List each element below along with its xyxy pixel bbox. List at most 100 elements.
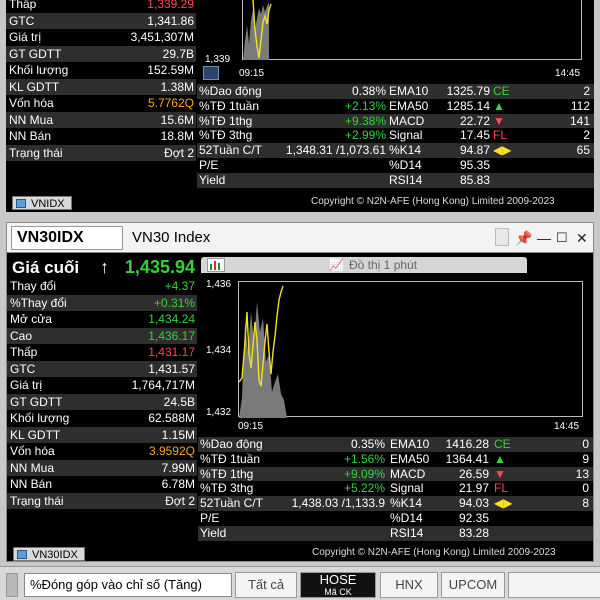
info-value: 3,451,307M bbox=[130, 30, 194, 44]
info-row: Vốn hóa 3.9592Q bbox=[7, 443, 197, 460]
stat-row: P/E %D14 92.35 bbox=[198, 511, 593, 526]
stat-value: 0.38% bbox=[351, 84, 386, 98]
stat-label: Yield bbox=[200, 525, 227, 540]
stat-label: P/E bbox=[200, 510, 220, 525]
vnidx-x-end-label: 14:45 bbox=[555, 68, 581, 79]
stat-label: %TĐ 3thg bbox=[200, 481, 254, 496]
info-label: Khối lượng bbox=[10, 411, 70, 425]
signal-icon: ◀▶ bbox=[494, 496, 513, 511]
info-label: %Thay đổi bbox=[10, 295, 67, 310]
stat-label: Yield bbox=[199, 172, 226, 187]
last-price-value: 1,435.94 bbox=[124, 257, 195, 277]
info-row: Khối lượng 152.59M bbox=[6, 62, 196, 79]
hnx-button[interactable]: HNX bbox=[380, 572, 438, 598]
indicator-label: EMA50 bbox=[390, 451, 430, 466]
indicator-label: %K14 bbox=[390, 496, 423, 511]
vn30idx-price-line bbox=[239, 285, 287, 418]
info-row: GTC 1,341.86 bbox=[6, 12, 196, 29]
ranking-select[interactable]: %Đóng góp vào chỉ số (Tăng) bbox=[24, 573, 232, 597]
info-label: Giá trị bbox=[9, 30, 42, 44]
close-icon[interactable]: ✕ bbox=[576, 230, 588, 247]
info-label: Trạng thái bbox=[9, 145, 63, 160]
info-value: 15.6M bbox=[160, 112, 194, 127]
stat-value: 0.35% bbox=[350, 437, 385, 451]
signal-icon: ▼ bbox=[494, 466, 506, 481]
stat-row: 52Tuần C/T 1,438.03 /1,133.9 %K14 94.03 ◀▶ 8 bbox=[198, 496, 593, 511]
info-label: Thấp bbox=[10, 345, 38, 359]
indicator-label: EMA10 bbox=[389, 84, 429, 98]
info-row: Thấp 1,431.17 bbox=[7, 344, 197, 361]
chart-toggle-icon[interactable] bbox=[207, 258, 225, 272]
info-value: 152.59M bbox=[147, 63, 194, 77]
upcom-button[interactable]: UPCOM bbox=[441, 572, 505, 598]
info-label: Thấp bbox=[9, 0, 37, 11]
info-label: GT GDTT bbox=[10, 394, 63, 409]
indicator-label: %D14 bbox=[390, 510, 423, 525]
chart-type-icon[interactable] bbox=[203, 66, 219, 80]
indicator-value: 26.59 bbox=[458, 466, 489, 481]
dropdown-strip[interactable] bbox=[495, 228, 509, 246]
info-label: Vốn hóa bbox=[10, 444, 55, 458]
vnidx-plot-area bbox=[242, 0, 582, 60]
stat-row: 52Tuần C/T 1,348.31 /1,073.61 %K14 94.87 ◀▶ 6… bbox=[197, 143, 594, 158]
vn30idx-technical-stats: %Dao động 0.35% EMA10 1416.28 CE 0 %TĐ 1tuần +1… bbox=[198, 437, 593, 541]
maximize-icon[interactable]: ☐ bbox=[556, 230, 568, 246]
info-value: 1.38M bbox=[160, 79, 194, 94]
info-row: Giá trị 3,451,307M bbox=[6, 29, 196, 46]
info-label: KL GDTT bbox=[10, 427, 61, 442]
symbol-input[interactable]: VN30IDX bbox=[11, 226, 123, 250]
last-price-label: Giá cuối bbox=[12, 258, 80, 277]
market-toolbar: %Đóng góp vào chỉ số (Tăng) Tất cả HOSE … bbox=[0, 566, 600, 600]
signal-count: 13 bbox=[575, 466, 589, 481]
signal-count: 0 bbox=[582, 437, 589, 451]
info-row: KL GDTT 1.15M bbox=[7, 426, 197, 443]
info-label: Thay đổi bbox=[10, 279, 57, 293]
info-row: Mở cửa 1,434.24 bbox=[7, 311, 197, 328]
minimize-icon[interactable]: — bbox=[537, 230, 551, 246]
vn30idx-y-bot-label: 1,432 bbox=[206, 407, 232, 418]
signal-count: 2 bbox=[583, 128, 590, 143]
info-label: Khối lượng bbox=[9, 63, 69, 77]
stat-value: +2.99% bbox=[344, 128, 386, 143]
signal-count: 0 bbox=[582, 481, 589, 496]
signal-icon: CE bbox=[493, 84, 510, 98]
filter-all-button[interactable]: Tất cả bbox=[235, 572, 297, 598]
stat-label: 52Tuần C/T bbox=[200, 496, 263, 511]
index-name: VN30 Index bbox=[132, 229, 211, 246]
info-label: KL GDTT bbox=[9, 79, 60, 94]
indicator-label: RSI14 bbox=[390, 525, 424, 540]
indicator-label: %D14 bbox=[389, 157, 422, 172]
more-exchange-button[interactable] bbox=[508, 572, 600, 598]
info-value: 3.9592Q bbox=[148, 444, 195, 458]
stat-row: Yield RSI14 83.28 bbox=[198, 525, 593, 541]
toolbar-grip[interactable] bbox=[6, 573, 18, 597]
window-titlebar: VN30IDX VN30 Index 📌 — ☐ ✕ bbox=[7, 223, 593, 253]
indicator-label: RSI14 bbox=[389, 172, 423, 187]
tab-vnidx[interactable]: VNIDX bbox=[12, 196, 72, 210]
indicator-value: 1285.14 bbox=[446, 98, 490, 113]
stat-value: 1,438.03 /1,133.9 bbox=[291, 496, 385, 511]
hose-label: HOSE bbox=[319, 572, 357, 587]
info-value: 29.7B bbox=[162, 46, 194, 61]
info-value: 18.8M bbox=[160, 129, 194, 143]
vn30idx-panel: VN30IDX VN30 Index 📌 — ☐ ✕ Giá cuối ↑ 1,… bbox=[6, 222, 594, 562]
info-value: +4.37 bbox=[164, 279, 195, 293]
signal-count: 141 bbox=[569, 113, 590, 128]
hose-button[interactable]: HOSE Mã CK bbox=[300, 572, 376, 598]
info-row: GT GDTT 29.7B bbox=[6, 45, 196, 62]
info-label: GTC bbox=[10, 361, 36, 376]
vn30idx-intraday-chart: 1,436 1,434 1,432 09:15 14:45 bbox=[198, 273, 593, 437]
tab-vn30idx[interactable]: VN30IDX bbox=[13, 547, 85, 561]
indicator-value: 95.35 bbox=[459, 157, 490, 172]
pin-icon[interactable]: 📌 bbox=[515, 230, 532, 247]
chart-header: 📈 Đồ thị 1 phút bbox=[201, 257, 527, 273]
info-label: NN Bán bbox=[10, 477, 53, 491]
indicator-value: 94.03 bbox=[458, 496, 489, 511]
indicator-label: MACD bbox=[389, 113, 425, 128]
info-label: NN Mua bbox=[10, 460, 55, 475]
stat-value: +9.38% bbox=[344, 113, 386, 128]
info-label: Vốn hóa bbox=[9, 96, 54, 110]
info-row: NN Bán 18.8M bbox=[6, 128, 196, 145]
stat-label: 52Tuần C/T bbox=[199, 143, 262, 158]
stat-row: %TĐ 3thg +2.99% Signal 17.45 FL 2 bbox=[197, 128, 594, 143]
